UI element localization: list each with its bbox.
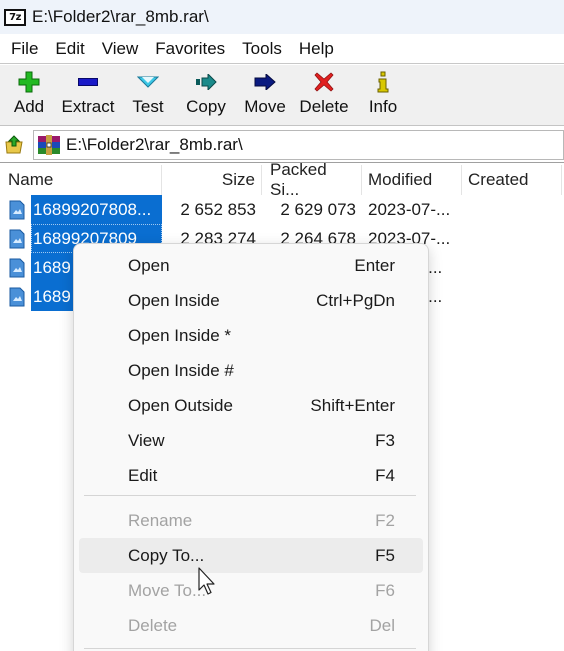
menu-item-label: Delete — [128, 615, 178, 635]
info-button[interactable]: Info — [365, 65, 401, 125]
file-row[interactable]: 16899207808... 2 652 853 2 629 073 2023-… — [0, 195, 564, 224]
menu-item-label: Open Inside # — [128, 360, 234, 380]
menu-item-shortcut: F5 — [375, 545, 395, 565]
test-button[interactable]: Test — [130, 65, 166, 125]
menu-edit[interactable]: Edit — [45, 39, 91, 59]
menu-item-label: Move To... — [128, 580, 207, 600]
file-packed-size: 2 629 073 — [280, 199, 356, 219]
menu-item-label: Edit — [128, 465, 158, 485]
menu-item-label: Open Outside — [128, 395, 233, 415]
menu-item-shortcut: F3 — [375, 430, 395, 450]
menu-bar: File Edit View Favorites Tools Help — [0, 34, 564, 64]
column-header-packed-size[interactable]: Packed Si... — [262, 160, 362, 199]
image-file-icon — [9, 287, 25, 307]
check-chevron-icon — [137, 68, 159, 96]
menu-item-shortcut: Enter — [354, 255, 395, 275]
move-label: Move — [244, 97, 286, 116]
list-header: Name Size Packed Si... Modified Created — [0, 160, 564, 199]
delete-button[interactable]: Delete — [298, 65, 350, 125]
menu-item-move-to: Move To... F6 — [79, 573, 423, 608]
menu-item-edit[interactable]: Edit F4 — [79, 458, 423, 493]
menu-item-label: Open — [128, 255, 170, 275]
menu-item-label: Rename — [128, 510, 193, 530]
file-size: 2 652 853 — [180, 199, 256, 219]
plus-icon — [18, 68, 40, 96]
menu-item-label: Open Inside * — [128, 325, 232, 345]
menu-item-rename: Rename F2 — [79, 503, 423, 538]
toolbar: Add Extract Test Copy Move Delete Info — [0, 65, 564, 126]
path-input[interactable]: E:\Folder2\rar_8mb.rar\ — [33, 130, 564, 160]
menu-item-shortcut: F4 — [375, 465, 395, 485]
column-header-size[interactable]: Size — [162, 165, 262, 195]
menu-item-copy-to[interactable]: Copy To... F5 — [79, 538, 423, 573]
column-header-created[interactable]: Created — [462, 165, 562, 195]
copy-label: Copy — [186, 97, 226, 116]
menu-item-view[interactable]: View F3 — [79, 423, 423, 458]
menu-favorites[interactable]: Favorites — [145, 39, 232, 59]
test-label: Test — [132, 97, 164, 116]
menu-separator — [84, 495, 416, 496]
title-bar: 7z E:\Folder2\rar_8mb.rar\ — [0, 0, 564, 34]
info-icon — [376, 68, 390, 96]
rar-archive-icon — [37, 135, 61, 155]
window-title: E:\Folder2\rar_8mb.rar\ — [32, 7, 209, 26]
menu-item-label: Copy To... — [128, 545, 205, 565]
menu-file[interactable]: File — [0, 39, 45, 59]
folder-up-icon[interactable] — [4, 134, 26, 154]
move-button[interactable]: Move — [241, 65, 289, 125]
add-button[interactable]: Add — [9, 65, 49, 125]
column-header-name[interactable]: Name — [0, 165, 162, 195]
path-text: E:\Folder2\rar_8mb.rar\ — [66, 135, 243, 154]
image-file-icon — [9, 258, 25, 278]
image-file-icon — [9, 229, 25, 249]
file-created — [468, 195, 562, 224]
menu-item-open-inside[interactable]: Open Inside Ctrl+PgDn — [79, 283, 423, 318]
menu-separator — [84, 648, 416, 649]
menu-item-open-inside-star[interactable]: Open Inside * — [79, 318, 423, 353]
menu-item-open-outside[interactable]: Open Outside Shift+Enter — [79, 388, 423, 423]
menu-tools[interactable]: Tools — [232, 39, 289, 59]
file-created — [468, 224, 562, 253]
extract-label: Extract — [61, 97, 115, 116]
menu-item-shortcut: F2 — [375, 510, 395, 530]
menu-item-delete: Delete Del — [79, 608, 423, 643]
menu-item-open-inside-hash[interactable]: Open Inside # — [79, 353, 423, 388]
add-label: Add — [13, 97, 45, 116]
menu-item-shortcut: Shift+Enter — [310, 395, 395, 415]
copy-button[interactable]: Copy — [183, 65, 229, 125]
menu-item-open[interactable]: Open Enter — [79, 248, 423, 283]
image-file-icon — [9, 200, 25, 220]
menu-help[interactable]: Help — [289, 39, 341, 59]
file-modified: 2023-07-... — [368, 199, 451, 219]
x-icon — [314, 68, 334, 96]
extract-button[interactable]: Extract — [60, 65, 116, 125]
menu-item-shortcut: F6 — [375, 580, 395, 600]
info-label: Info — [368, 97, 398, 116]
menu-item-shortcut: Ctrl+PgDn — [316, 290, 395, 310]
copy-arrow-icon — [195, 68, 217, 96]
menu-item-label: View — [128, 430, 165, 450]
file-name: 16899207808... — [31, 195, 162, 224]
menu-item-label: Open Inside — [128, 290, 220, 310]
context-menu: Open Enter Open Inside Ctrl+PgDn Open In… — [73, 243, 429, 651]
column-header-modified[interactable]: Modified — [362, 165, 462, 195]
menu-item-shortcut: Del — [369, 615, 395, 635]
7zip-app-icon: 7z — [4, 8, 26, 26]
move-arrow-icon — [254, 68, 276, 96]
menu-view[interactable]: View — [92, 39, 146, 59]
minus-icon — [78, 68, 98, 96]
delete-label: Delete — [299, 97, 349, 116]
address-bar: E:\Folder2\rar_8mb.rar\ — [0, 127, 564, 161]
